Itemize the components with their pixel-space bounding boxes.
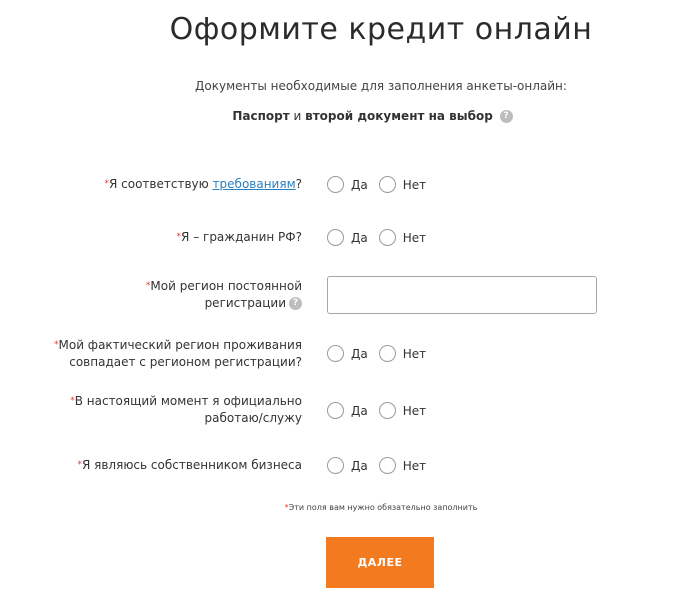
question-text-line1: Мой фактический регион проживания: [58, 338, 303, 352]
question-text-line1: В настоящий момент я официально: [74, 394, 302, 408]
question-actual-region-radios: Да Нет: [327, 345, 426, 362]
question-business-label: *Я являюсь собственником бизнеса: [77, 457, 302, 474]
documents-line: Паспорт и второй документ на выбор ?: [0, 109, 687, 123]
radio-option-no[interactable]: Нет: [378, 176, 427, 193]
question-actual-region-label: *Мой фактический регион проживания совпа…: [54, 337, 302, 371]
radio-yes[interactable]: [327, 457, 344, 474]
next-button[interactable]: ДАЛЕЕ: [326, 537, 434, 588]
radio-option-no[interactable]: Нет: [378, 457, 427, 474]
radio-yes-label: Да: [351, 458, 368, 473]
radio-option-yes[interactable]: Да: [327, 345, 368, 362]
radio-no[interactable]: [378, 345, 396, 362]
radio-option-yes[interactable]: Да: [327, 457, 368, 474]
question-business-radios: Да Нет: [327, 457, 426, 474]
question-employment-radios: Да Нет: [327, 402, 426, 419]
and-label: и: [293, 109, 302, 123]
radio-yes[interactable]: [327, 176, 344, 193]
question-text-line2: регистрации: [204, 296, 286, 310]
region-input[interactable]: [327, 276, 597, 314]
question-text: Я соответствую: [109, 177, 213, 191]
radio-option-yes[interactable]: Да: [327, 402, 368, 419]
radio-no[interactable]: [378, 229, 396, 246]
radio-yes[interactable]: [327, 229, 344, 246]
radio-no[interactable]: [378, 457, 396, 474]
question-employment-label: *В настоящий момент я официально работаю…: [70, 393, 302, 427]
required-fields-note: *Эти поля вам нужно обязательно заполнит…: [0, 503, 687, 512]
question-text-line2: совпадает с регионом регистрации?: [69, 355, 302, 369]
passport-label: Паспорт: [232, 109, 290, 123]
radio-no[interactable]: [378, 402, 396, 419]
documents-intro: Документы необходимые для заполнения анк…: [195, 79, 567, 93]
radio-yes-label: Да: [351, 177, 368, 192]
question-text-line2: работаю/служу: [204, 411, 302, 425]
radio-no-label: Нет: [402, 458, 427, 473]
question-suffix: ?: [295, 177, 302, 191]
radio-yes-label: Да: [351, 403, 368, 418]
second-document-label: второй документ на выбор: [305, 109, 493, 123]
page-title: Оформите кредит онлайн: [169, 12, 593, 47]
radio-option-yes[interactable]: Да: [327, 176, 368, 193]
question-requirements-radios: Да Нет: [327, 176, 426, 193]
help-icon[interactable]: ?: [499, 110, 513, 123]
radio-yes-label: Да: [351, 230, 368, 245]
note-text: Эти поля вам нужно обязательно заполнить: [288, 503, 478, 512]
question-text-line1: Мой регион постоянной: [150, 279, 302, 293]
question-text: Я – гражданин РФ?: [181, 230, 302, 244]
radio-option-no[interactable]: Нет: [378, 345, 427, 362]
radio-yes[interactable]: [327, 402, 344, 419]
requirements-link[interactable]: требованиям: [213, 177, 296, 191]
radio-no-label: Нет: [402, 177, 427, 192]
radio-no-label: Нет: [402, 346, 427, 361]
question-citizen-label: *Я – гражданин РФ?: [177, 229, 302, 246]
radio-yes-label: Да: [351, 346, 368, 361]
radio-no-label: Нет: [402, 230, 427, 245]
radio-option-no[interactable]: Нет: [378, 229, 427, 246]
radio-no-label: Нет: [402, 403, 427, 418]
question-citizen-radios: Да Нет: [327, 229, 426, 246]
question-text: Я являюсь собственником бизнеса: [81, 458, 302, 472]
radio-yes[interactable]: [327, 345, 344, 362]
radio-option-no[interactable]: Нет: [378, 402, 427, 419]
help-icon[interactable]: ?: [289, 297, 302, 310]
radio-option-yes[interactable]: Да: [327, 229, 368, 246]
question-region-label: *Мой регион постоянной регистрации?: [146, 278, 302, 312]
question-requirements-label: *Я соответствую требованиям?: [105, 176, 303, 193]
radio-no[interactable]: [378, 176, 396, 193]
